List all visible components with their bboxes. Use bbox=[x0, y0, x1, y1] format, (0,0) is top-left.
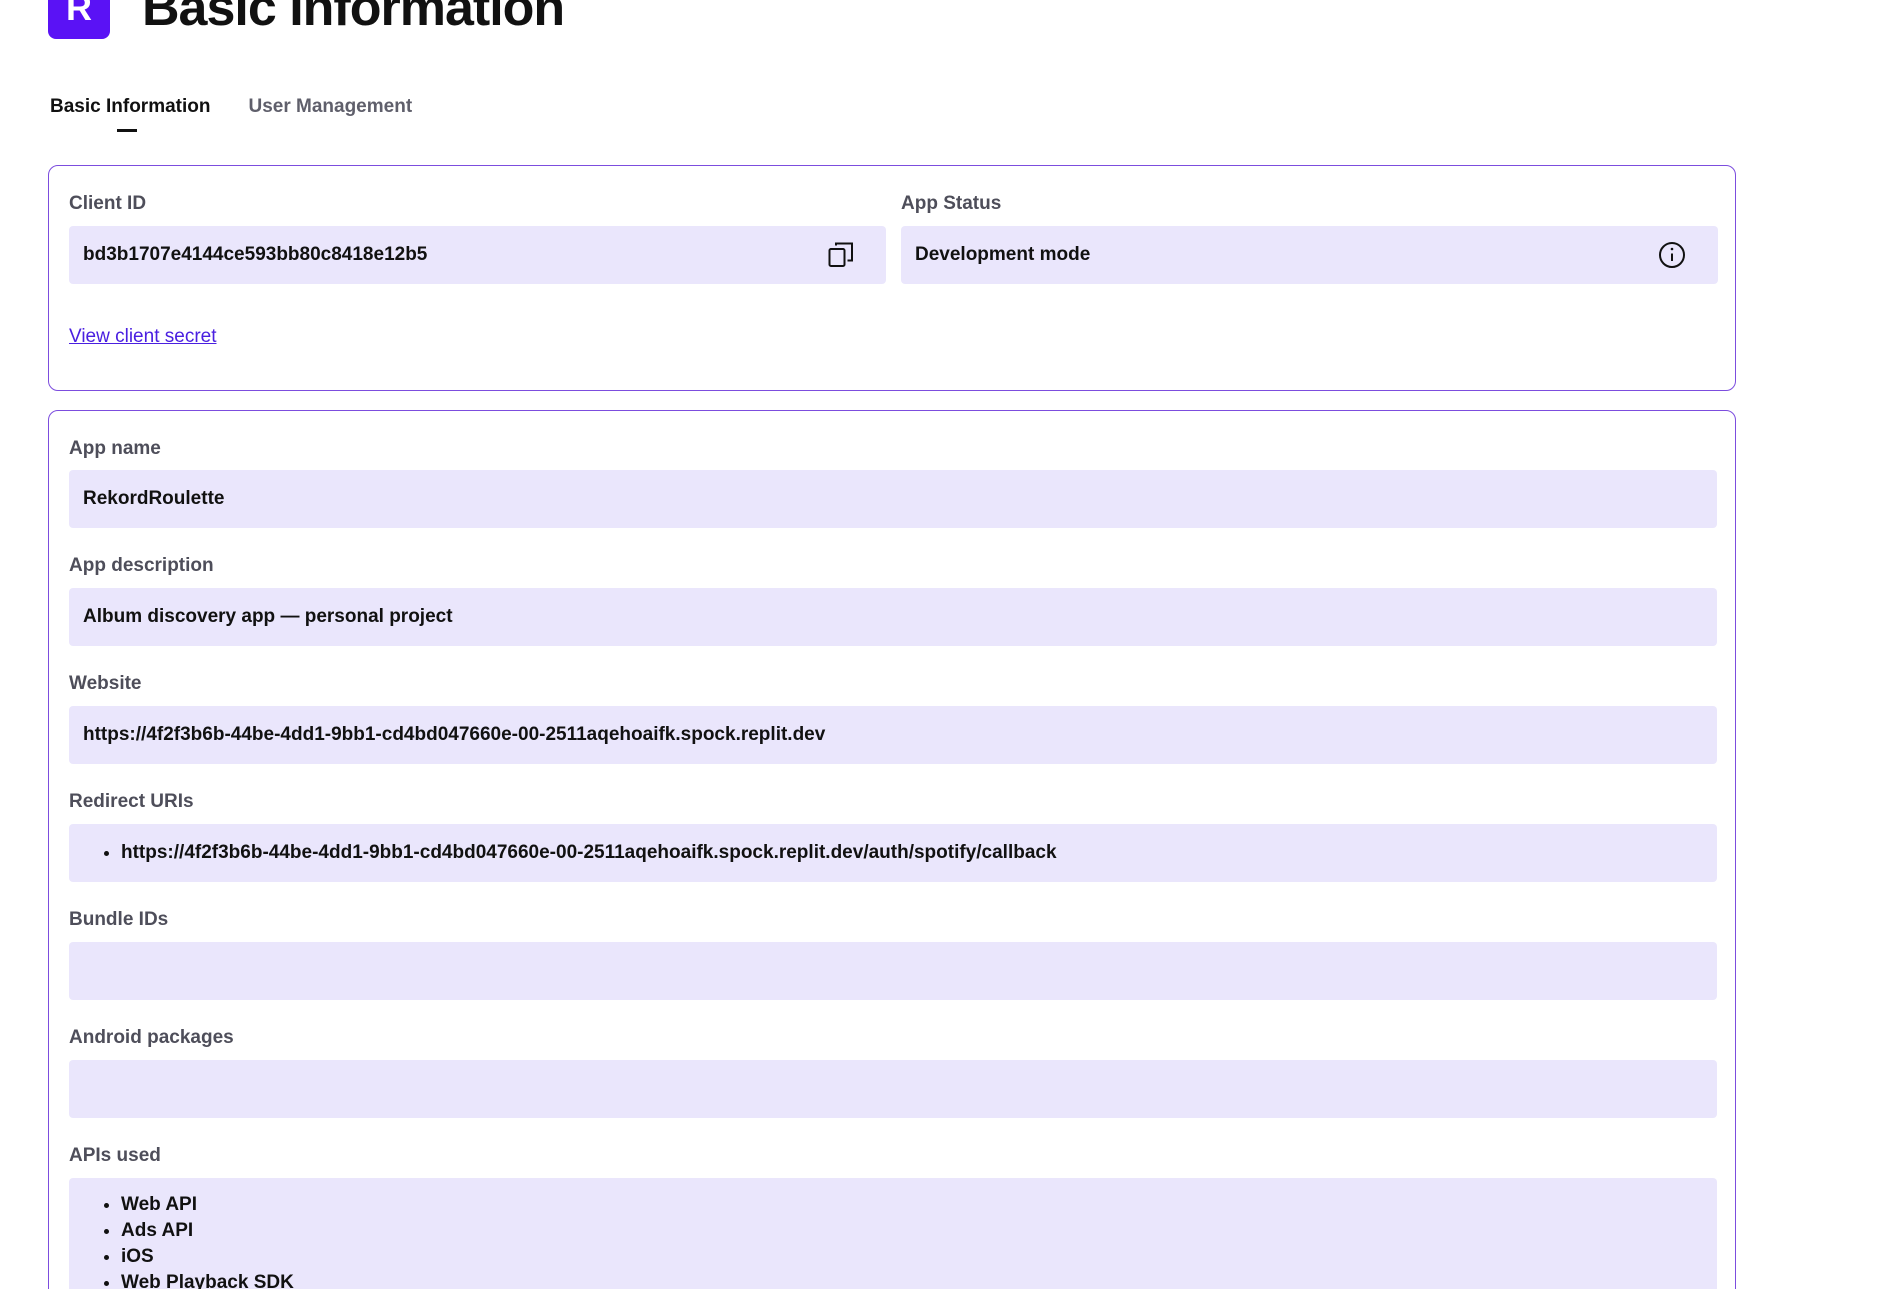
tab-bar: Basic Information User Management bbox=[50, 96, 412, 132]
apis-used-field: Web API Ads API iOS Web Playback SDK bbox=[69, 1178, 1717, 1289]
bundle-ids-field bbox=[69, 942, 1717, 1000]
apis-used-list: Web API Ads API iOS Web Playback SDK bbox=[69, 1192, 294, 1289]
app-description-value: Album discovery app — personal project bbox=[83, 606, 453, 627]
app-name-field: RekordRoulette bbox=[69, 470, 1717, 528]
app-status-value: Development mode bbox=[915, 244, 1091, 265]
redirect-uris-label: Redirect URIs bbox=[69, 791, 194, 812]
api-item-web-playback-sdk: Web Playback SDK bbox=[121, 1270, 294, 1289]
app-status-label: App Status bbox=[901, 193, 1002, 214]
app-logo: R bbox=[48, 0, 110, 39]
app-status-field: Development mode bbox=[901, 226, 1718, 284]
api-item-ios: iOS bbox=[121, 1244, 294, 1270]
android-packages-label: Android packages bbox=[69, 1027, 234, 1048]
website-value: https://4f2f3b6b-44be-4dd1-9bb1-cd4bd047… bbox=[83, 724, 826, 745]
client-id-value: bd3b1707e4144ce593bb80c8418e12b5 bbox=[83, 244, 428, 265]
app-name-value: RekordRoulette bbox=[83, 488, 225, 509]
page-title: Basic Information bbox=[142, 0, 565, 37]
redirect-uris-list: https://4f2f3b6b-44be-4dd1-9bb1-cd4bd047… bbox=[69, 840, 1057, 866]
view-client-secret-link[interactable]: View client secret bbox=[69, 326, 217, 348]
app-details-card: App name RekordRoulette App description … bbox=[48, 410, 1736, 1289]
copy-icon[interactable] bbox=[825, 239, 857, 271]
app-description-label: App description bbox=[69, 555, 214, 576]
page: R Basic Information Basic Information Us… bbox=[0, 0, 1904, 1289]
redirect-uris-field: https://4f2f3b6b-44be-4dd1-9bb1-cd4bd047… bbox=[69, 824, 1717, 882]
api-item-ads-api: Ads API bbox=[121, 1218, 294, 1244]
client-id-field: bd3b1707e4144ce593bb80c8418e12b5 bbox=[69, 226, 886, 284]
app-name-label: App name bbox=[69, 438, 161, 459]
client-id-label: Client ID bbox=[69, 193, 147, 214]
header: R Basic Information bbox=[48, 0, 565, 40]
tab-user-management[interactable]: User Management bbox=[248, 96, 412, 118]
website-label: Website bbox=[69, 673, 142, 694]
api-item-web-api: Web API bbox=[121, 1192, 294, 1218]
info-icon[interactable] bbox=[1656, 239, 1688, 271]
redirect-uri-item: https://4f2f3b6b-44be-4dd1-9bb1-cd4bd047… bbox=[121, 840, 1057, 866]
bundle-ids-label: Bundle IDs bbox=[69, 909, 169, 930]
apis-used-label: APIs used bbox=[69, 1145, 161, 1166]
tab-basic-information[interactable]: Basic Information bbox=[50, 96, 210, 132]
android-packages-field bbox=[69, 1060, 1717, 1118]
website-field: https://4f2f3b6b-44be-4dd1-9bb1-cd4bd047… bbox=[69, 706, 1717, 764]
app-logo-letter: R bbox=[66, 0, 92, 28]
app-description-field: Album discovery app — personal project bbox=[69, 588, 1717, 646]
credentials-card: Client ID bd3b1707e4144ce593bb80c8418e12… bbox=[48, 165, 1736, 391]
